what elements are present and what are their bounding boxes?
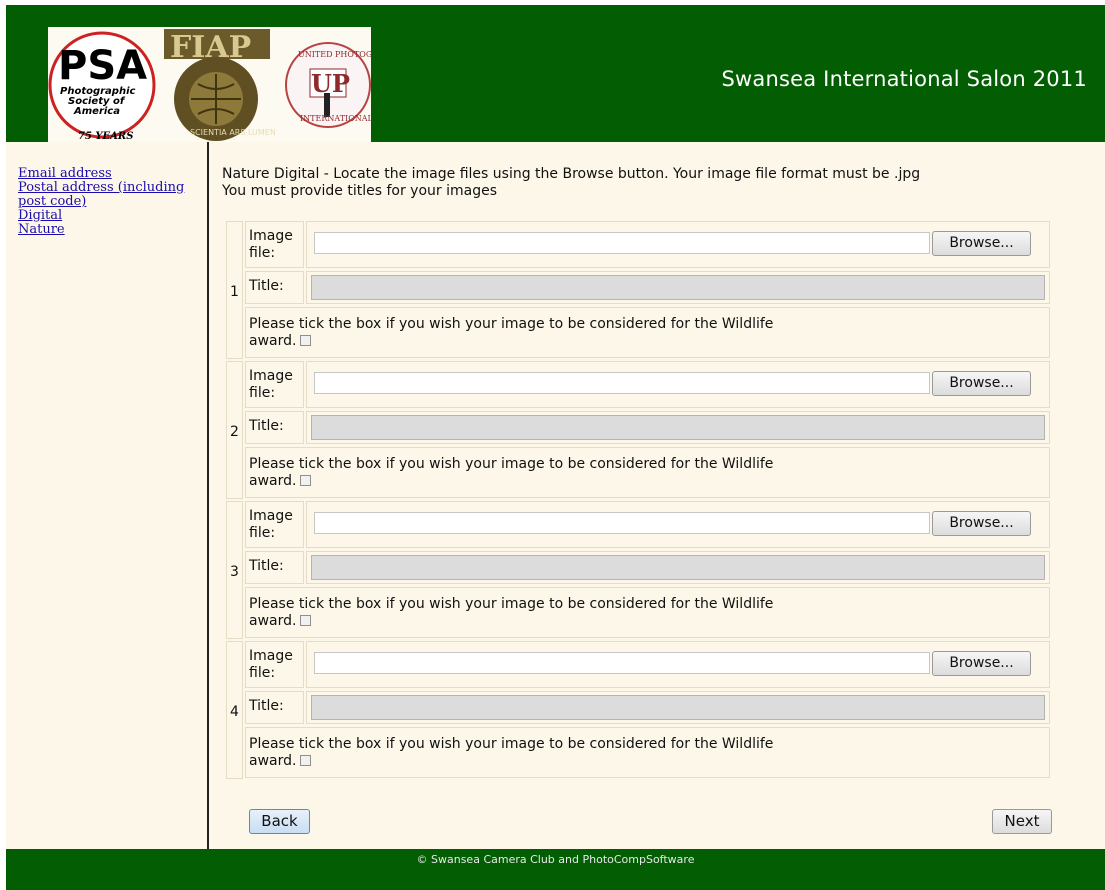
image-file-label: Image file:: [249, 648, 293, 681]
svg-text:SCIENTIA ARS LUMEN: SCIENTIA ARS LUMEN: [190, 128, 276, 137]
up-logo: UNITED PHOTOGRAPHERS UP INTERNATIONAL: [285, 42, 371, 128]
title-label: Title:: [249, 698, 284, 714]
image-file-input[interactable]: [314, 512, 930, 534]
title-label-cell: Title:: [245, 551, 304, 584]
title-input[interactable]: [311, 695, 1045, 720]
image-file-label: Image file:: [249, 228, 293, 261]
title-label: Title:: [249, 418, 284, 434]
sidebar-link-digital[interactable]: Digital: [18, 209, 198, 223]
wildlife-award-text: Please tick the box if you wish your ima…: [249, 596, 809, 630]
main-content: Nature Digital - Locate the image files …: [209, 142, 1105, 849]
image-file-input[interactable]: [314, 372, 930, 394]
wildlife-award-cell: Please tick the box if you wish your ima…: [245, 727, 1050, 778]
svg-text:INTERNATIONAL: INTERNATIONAL: [300, 114, 371, 123]
psa-logo: PSA Photographic Society of America 75 Y…: [48, 31, 156, 142]
title-input[interactable]: [311, 275, 1045, 300]
instructions-line-1: Nature Digital - Locate the image files …: [222, 166, 921, 182]
wildlife-award-checkbox[interactable]: [300, 615, 312, 626]
title-field-cell: [306, 411, 1050, 444]
image-file-field-cell: Browse...: [306, 361, 1050, 408]
image-file-label-cell: Image file:: [245, 501, 304, 548]
title-label-cell: Title:: [245, 691, 304, 724]
wildlife-award-label: Please tick the box if you wish your ima…: [249, 316, 774, 349]
browse-button[interactable]: Browse...: [932, 651, 1031, 676]
svg-text:America: America: [73, 106, 120, 117]
title-input[interactable]: [311, 555, 1045, 580]
sidebar: Email address Postal address (including …: [6, 142, 209, 849]
entry-number: 1: [230, 284, 239, 300]
svg-text:PSA: PSA: [58, 43, 147, 89]
svg-text:UP: UP: [311, 69, 350, 98]
image-file-label: Image file:: [249, 508, 293, 541]
wildlife-award-text: Please tick the box if you wish your ima…: [249, 456, 809, 490]
fiap-logo: FIAP SCIENTIA ARS LUMEN: [164, 29, 276, 141]
image-file-label-cell: Image file:: [245, 361, 304, 408]
browse-button[interactable]: Browse...: [932, 511, 1031, 536]
wildlife-award-cell: Please tick the box if you wish your ima…: [245, 587, 1050, 638]
next-button[interactable]: Next: [992, 809, 1052, 834]
sponsor-logos: PSA Photographic Society of America 75 Y…: [48, 27, 371, 145]
title-field-cell: [306, 551, 1050, 584]
sidebar-link-email-address[interactable]: Email address: [18, 167, 198, 181]
wildlife-award-cell: Please tick the box if you wish your ima…: [245, 307, 1050, 358]
browse-button[interactable]: Browse...: [932, 231, 1031, 256]
instructions-line-2: You must provide titles for your images: [222, 183, 497, 199]
sidebar-link-postal-address[interactable]: Postal address (including post code): [18, 181, 198, 209]
image-file-input[interactable]: [314, 232, 930, 254]
title-label-cell: Title:: [245, 271, 304, 304]
entry-number-cell: 3: [226, 501, 243, 639]
wildlife-award-text: Please tick the box if you wish your ima…: [249, 316, 809, 350]
title-input[interactable]: [311, 415, 1045, 440]
image-entry-2: 2 Image file: Browse... Title: Please ti…: [226, 361, 1050, 499]
footer-copyright: © Swansea Camera Club and PhotoCompSoftw…: [416, 853, 695, 866]
image-file-label-cell: Image file:: [245, 641, 304, 688]
browse-button[interactable]: Browse...: [932, 371, 1031, 396]
wildlife-award-label: Please tick the box if you wish your ima…: [249, 736, 774, 769]
wildlife-award-checkbox[interactable]: [300, 475, 312, 486]
image-entry-3: 3 Image file: Browse... Title: Please ti…: [226, 501, 1050, 639]
back-button[interactable]: Back: [249, 809, 310, 834]
wildlife-award-cell: Please tick the box if you wish your ima…: [245, 447, 1050, 498]
image-file-label: Image file:: [249, 368, 293, 401]
instructions: Nature Digital - Locate the image files …: [222, 166, 1082, 200]
wildlife-award-label: Please tick the box if you wish your ima…: [249, 456, 774, 489]
image-file-field-cell: Browse...: [306, 221, 1050, 268]
svg-text:UNITED PHOTOGRAPHERS: UNITED PHOTOGRAPHERS: [298, 50, 371, 59]
image-file-input[interactable]: [314, 652, 930, 674]
title-label-cell: Title:: [245, 411, 304, 444]
header-banner: PSA Photographic Society of America 75 Y…: [6, 5, 1105, 145]
image-file-field-cell: Browse...: [306, 641, 1050, 688]
svg-text:75 YEARS: 75 YEARS: [78, 131, 133, 142]
footer: © Swansea Camera Club and PhotoCompSoftw…: [6, 849, 1105, 890]
sidebar-link-nature[interactable]: Nature: [18, 223, 198, 237]
image-file-field-cell: Browse...: [306, 501, 1050, 548]
entry-number-cell: 2: [226, 361, 243, 499]
entry-number: 3: [230, 564, 239, 580]
site-title: Swansea International Salon 2011: [721, 67, 1087, 91]
wildlife-award-text: Please tick the box if you wish your ima…: [249, 736, 809, 770]
title-field-cell: [306, 271, 1050, 304]
title-label: Title:: [249, 558, 284, 574]
image-entry-1: 1 Image file: Browse... Title: Please ti…: [226, 221, 1050, 359]
sidebar-nav: Email address Postal address (including …: [18, 167, 198, 237]
wildlife-award-checkbox[interactable]: [300, 335, 312, 346]
entry-number-cell: 4: [226, 641, 243, 779]
sponsor-logos-image: PSA Photographic Society of America 75 Y…: [48, 29, 371, 142]
title-label: Title:: [249, 278, 284, 294]
image-entry-4: 4 Image file: Browse... Title: Please ti…: [226, 641, 1050, 779]
entry-number: 2: [230, 424, 239, 440]
image-file-label-cell: Image file:: [245, 221, 304, 268]
entry-number-cell: 1: [226, 221, 243, 359]
wildlife-award-label: Please tick the box if you wish your ima…: [249, 596, 774, 629]
wildlife-award-checkbox[interactable]: [300, 755, 312, 766]
title-field-cell: [306, 691, 1050, 724]
entry-number: 4: [230, 704, 239, 720]
